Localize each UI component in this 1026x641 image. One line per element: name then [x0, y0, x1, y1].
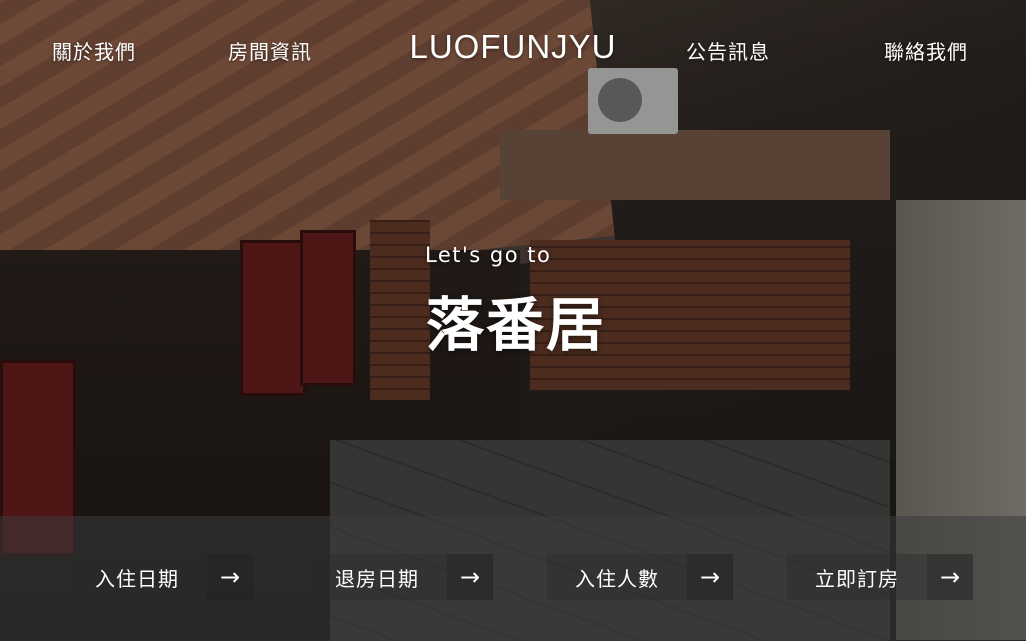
brand-logo: LUOFUNJYU [0, 28, 1026, 66]
checkout-date-field[interactable]: 退房日期 → [307, 554, 493, 600]
brand-logo-text[interactable]: LUOFUNJYU [409, 28, 616, 65]
hero-tagline: Let's go to [425, 243, 552, 267]
guest-count-field[interactable]: 入住人數 → [547, 554, 733, 600]
checkin-date-label: 入住日期 [67, 554, 207, 600]
nav-link-about[interactable]: 關於我們 [52, 36, 136, 65]
nav-link-news[interactable]: 公告訊息 [686, 36, 770, 65]
book-now-label: 立即訂房 [787, 554, 927, 600]
top-navigation: 關於我們 房間資訊 LUOFUNJYU 公告訊息 聯絡我們 [0, 0, 1026, 100]
arrow-right-icon: → [447, 554, 493, 600]
guest-count-label: 入住人數 [547, 554, 687, 600]
arrow-right-icon: → [207, 554, 253, 600]
nav-link-contact[interactable]: 聯絡我們 [884, 36, 968, 65]
hero-title: 落番居 [426, 291, 607, 359]
booking-bar: 入住日期 → 退房日期 → 入住人數 → 立即訂房 → [0, 516, 1026, 641]
nav-link-rooms[interactable]: 房間資訊 [228, 36, 312, 65]
checkin-date-field[interactable]: 入住日期 → [67, 554, 253, 600]
checkout-date-label: 退房日期 [307, 554, 447, 600]
arrow-right-icon: → [687, 554, 733, 600]
arrow-right-icon: → [927, 554, 973, 600]
book-now-button[interactable]: 立即訂房 → [787, 554, 973, 600]
